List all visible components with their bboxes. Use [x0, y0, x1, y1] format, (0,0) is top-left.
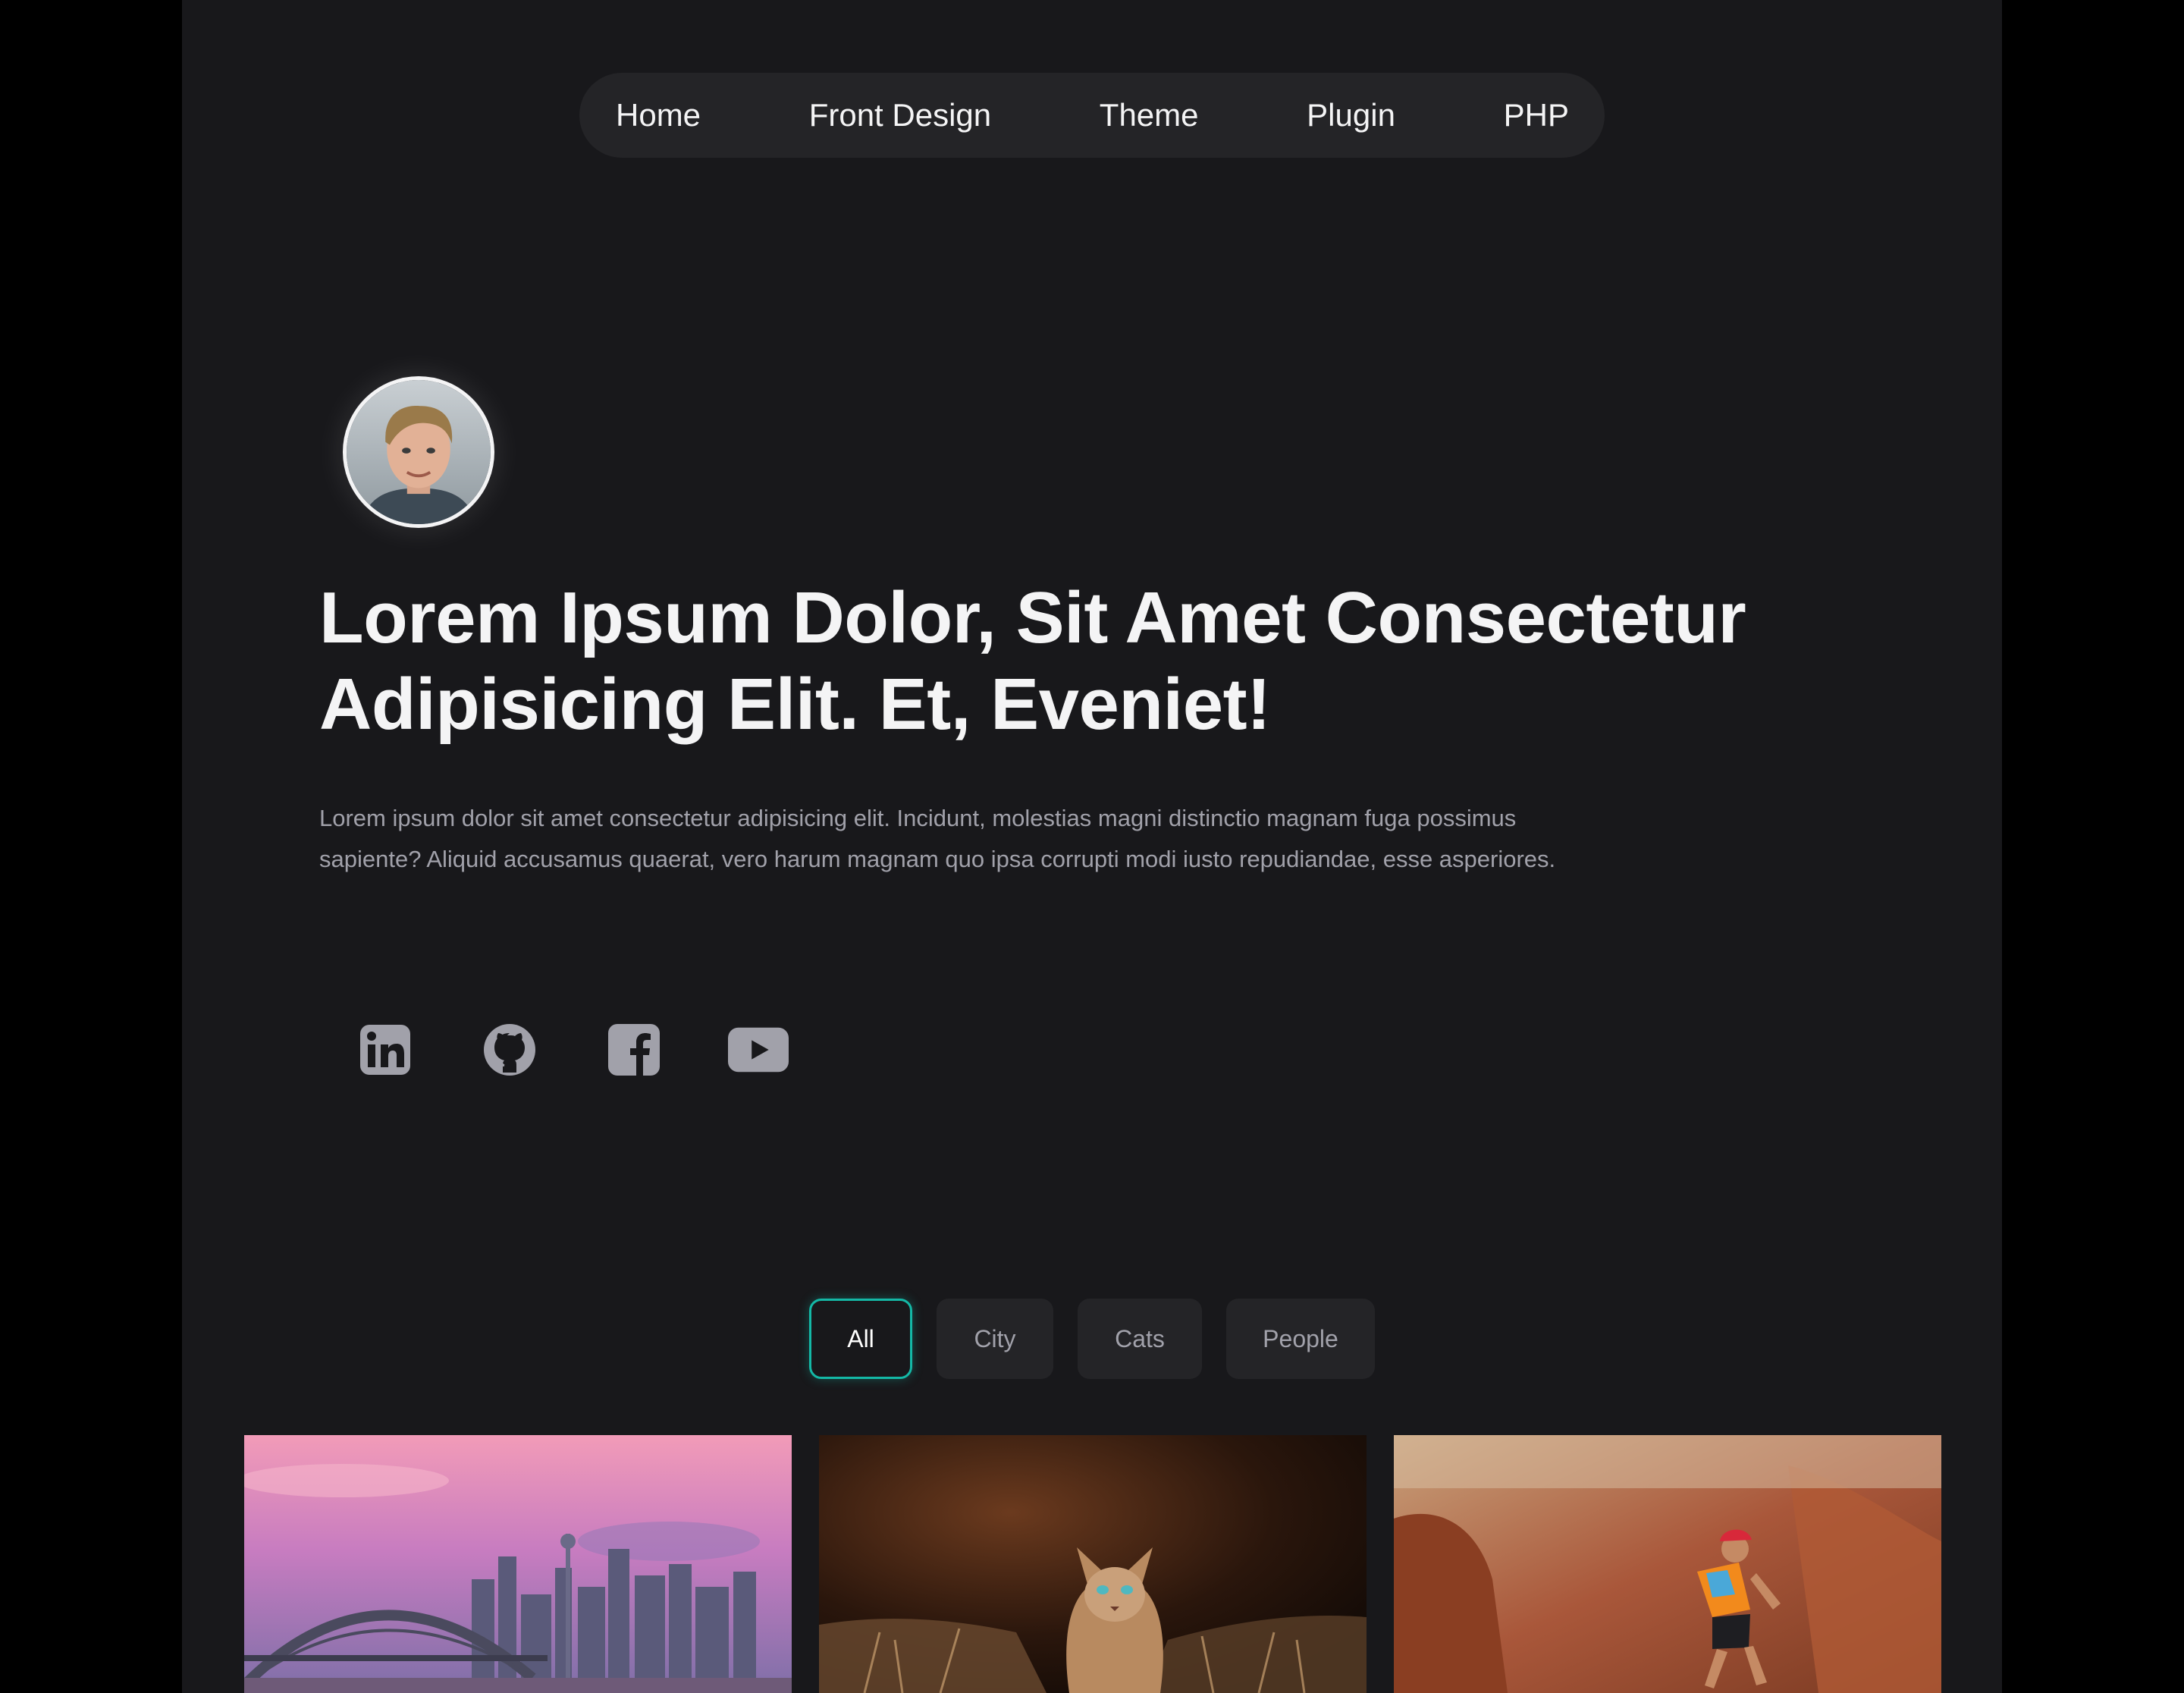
gallery-item-city[interactable] — [244, 1435, 792, 1693]
hero-title: Lorem Ipsum Dolor, Sit Amet Consectetur … — [319, 575, 1836, 748]
gallery-item-cat[interactable] — [819, 1435, 1367, 1693]
social-links — [355, 1019, 852, 1080]
gallery-item-people[interactable] — [1394, 1435, 1941, 1693]
facebook-link[interactable] — [604, 1019, 664, 1080]
runner-image — [1394, 1435, 1941, 1693]
nav-item-plugin[interactable]: Plugin — [1307, 97, 1395, 133]
photo-gallery — [244, 1435, 1941, 1693]
hero-title-line-1: Lorem Ipsum Dolor, Sit Amet Consectetur — [319, 577, 1746, 658]
youtube-link[interactable] — [728, 1019, 789, 1080]
nav-item-php[interactable]: PHP — [1504, 97, 1569, 133]
cat-image — [819, 1435, 1367, 1693]
filter-city-button[interactable]: City — [937, 1299, 1053, 1379]
nav-item-theme[interactable]: Theme — [1100, 97, 1199, 133]
github-icon — [484, 1024, 535, 1076]
gallery-filters: All City Cats People — [182, 1299, 2002, 1379]
filter-all-button[interactable]: All — [809, 1299, 912, 1379]
hero-description: Lorem ipsum dolor sit amet consectetur a… — [319, 805, 1556, 872]
city-skyline-image — [244, 1435, 792, 1693]
filter-cats-button[interactable]: Cats — [1078, 1299, 1202, 1379]
linkedin-icon — [360, 1025, 410, 1075]
github-link[interactable] — [479, 1019, 540, 1080]
avatar-photo — [347, 380, 491, 524]
avatar — [343, 376, 494, 528]
nav-item-front-design[interactable]: Front Design — [809, 97, 991, 133]
nav-item-home[interactable]: Home — [616, 97, 701, 133]
facebook-icon — [608, 1024, 660, 1076]
main-nav: Home Front Design Theme Plugin PHP — [579, 73, 1605, 158]
hero-title-line-2: Adipisicing Elit. Et, Eveniet! — [319, 664, 1271, 745]
filter-people-button[interactable]: People — [1226, 1299, 1375, 1379]
youtube-icon — [728, 1027, 789, 1073]
linkedin-link[interactable] — [355, 1019, 416, 1080]
page-container: Home Front Design Theme Plugin PHP Lorem — [182, 0, 2002, 1693]
